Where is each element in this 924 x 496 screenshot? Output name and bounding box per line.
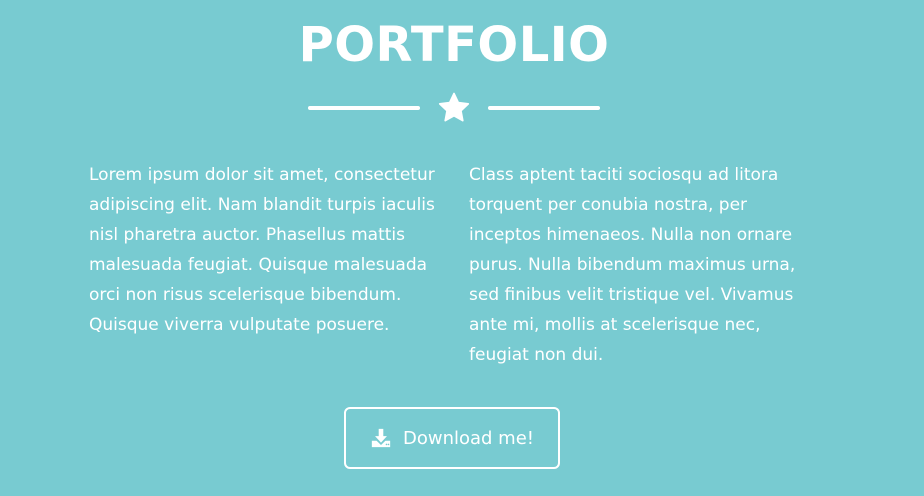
download-button-label: Download me! (402, 427, 535, 449)
divider-line-right (488, 106, 600, 110)
portfolio-text-left: Lorem ipsum dolor sit amet, consectetur … (89, 165, 435, 335)
portfolio-title: PORTFOLIO (298, 17, 610, 73)
download-icon (371, 428, 391, 448)
title-divider (308, 88, 600, 128)
portfolio-section: PORTFOLIO Lorem ipsum dolor sit amet, co… (0, 0, 924, 496)
download-button[interactable]: Download me! (344, 407, 560, 469)
star-icon (438, 92, 470, 122)
portfolio-text-right: Class aptent taciti sociosqu ad litora t… (469, 165, 796, 365)
divider-line-left (308, 106, 420, 110)
